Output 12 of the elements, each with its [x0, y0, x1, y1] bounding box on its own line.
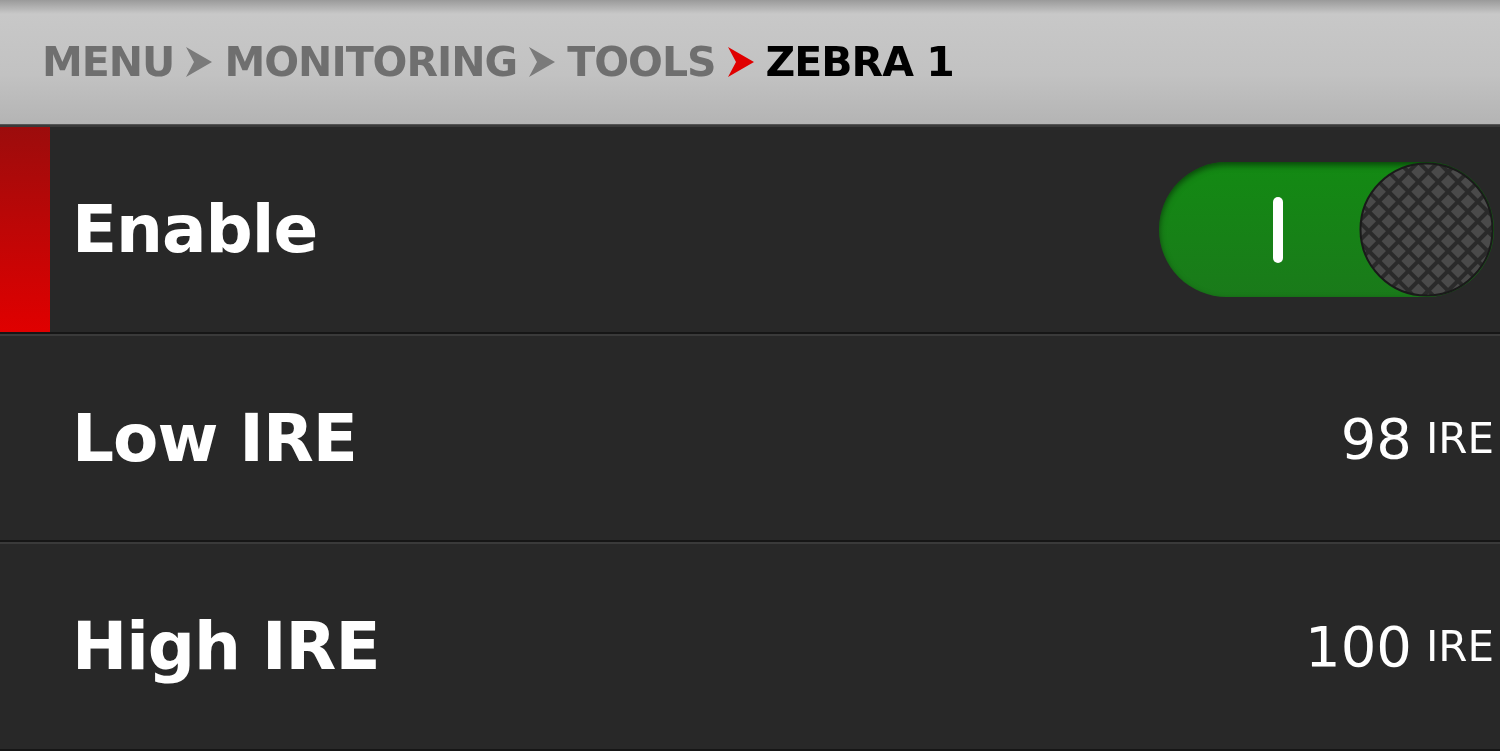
- menu-row[interactable]: High IRE 100 IRE: [0, 542, 1500, 751]
- unit-label: IRE: [1425, 622, 1494, 672]
- row-label: Enable: [72, 190, 319, 268]
- breadcrumb-item: ZEBRA 1: [765, 38, 954, 86]
- row-value: 98: [1340, 405, 1412, 471]
- row-value: 100: [1305, 614, 1412, 680]
- menu-row[interactable]: Low IRE 98 IRE: [0, 333, 1500, 543]
- row-label: High IRE: [72, 608, 381, 686]
- unit-label: IRE: [1425, 413, 1494, 463]
- row-label: Low IRE: [72, 399, 358, 477]
- menu-row[interactable]: Enable: [0, 125, 1500, 334]
- chevron-icon: [725, 45, 756, 79]
